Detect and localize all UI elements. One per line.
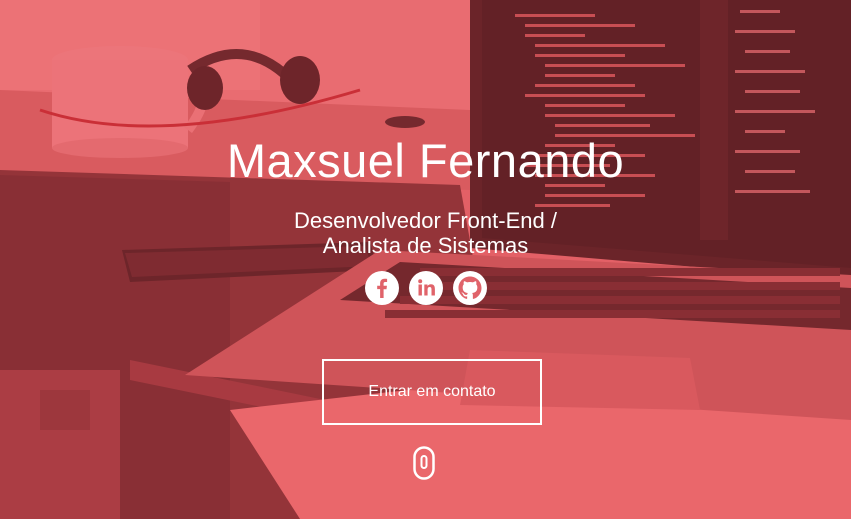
facebook-link[interactable]	[364, 270, 400, 306]
hero-name-title: Maxsuel Fernando	[226, 134, 625, 187]
contact-button[interactable]: Entrar em contato	[322, 359, 542, 425]
facebook-icon	[364, 271, 399, 305]
linkedin-icon	[408, 271, 443, 305]
hero-role-subtitle: Desenvolvedor Front-End / Analista de Si…	[0, 208, 851, 258]
github-link[interactable]	[452, 270, 488, 306]
role-line-1: Desenvolvedor Front-End /	[294, 208, 557, 233]
github-icon	[452, 271, 487, 305]
social-links	[0, 270, 851, 306]
linkedin-link[interactable]	[408, 270, 444, 306]
mouse-scroll-icon	[413, 446, 435, 480]
hero-content: Maxsuel Fernando Desenvolvedor Front-End…	[0, 0, 851, 519]
hero-section: Maxsuel Fernando Desenvolvedor Front-End…	[0, 0, 851, 519]
scroll-down-indicator[interactable]	[413, 446, 435, 480]
role-line-2: Analista de Sistemas	[322, 233, 529, 258]
